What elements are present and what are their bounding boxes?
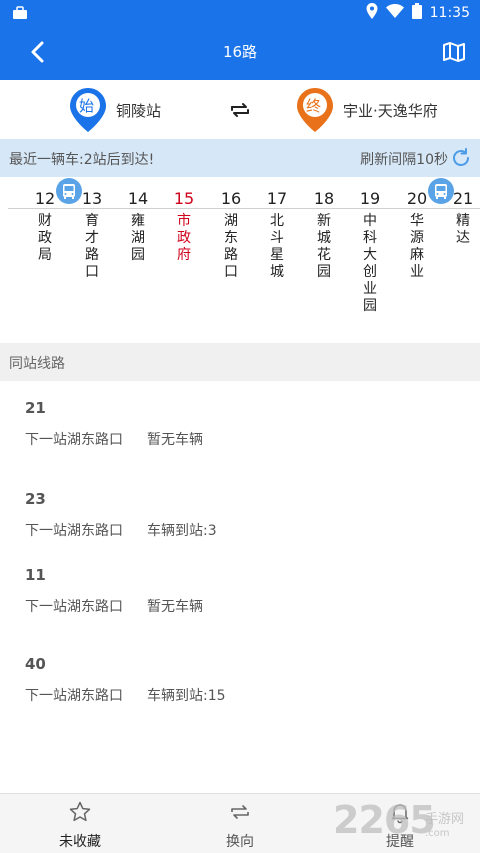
section-title: 同站线路: [9, 356, 65, 372]
swap-icon: [228, 800, 252, 824]
station-number: 20: [406, 189, 428, 208]
station-number: 21: [452, 189, 474, 208]
vehicle-status: 暂无车辆: [147, 599, 203, 615]
station-strip: 12 财政局 13 育才路口 14 雍湖园 15 市政府 16 湖东路口 17 …: [0, 177, 480, 343]
app-bar: 16路: [0, 24, 480, 80]
station-item[interactable]: 16 湖东路口: [214, 189, 248, 281]
location-icon: [366, 3, 378, 23]
watermark-text: 手游网: [425, 812, 465, 827]
station-number: 18: [313, 189, 335, 208]
vehicle-status: 暂无车辆: [147, 432, 203, 448]
star-icon: [68, 800, 92, 824]
watermark-number: 2265: [333, 798, 436, 842]
notification-bag-icon: [12, 5, 28, 24]
station-name: 育才路口: [85, 213, 99, 280]
end-station-name: 宇业·天逸华府: [343, 102, 438, 120]
favorite-label: 未收藏: [59, 834, 101, 850]
line-number: 21: [25, 399, 46, 417]
nearest-bus-message: 最近一辆车:2站后到达!: [9, 152, 155, 168]
next-stop: 下一站湖东路口: [25, 599, 123, 615]
list-item[interactable]: 23 下一站湖东路口 车辆到站:3: [0, 472, 480, 555]
station-name: 财政局: [38, 213, 52, 263]
favorite-button[interactable]: 未收藏: [0, 794, 160, 853]
vehicle-status: 车辆到站:15: [147, 688, 226, 704]
line-number: 23: [25, 490, 46, 508]
swap-direction-icon[interactable]: [228, 98, 252, 122]
refresh-interval-text: 刷新间隔10秒: [360, 152, 448, 168]
vehicle-status: 车辆到站:3: [147, 523, 217, 539]
station-name: 雍湖园: [131, 213, 145, 263]
route-header: 始 铜陵站 终 宇业·天逸华府: [0, 80, 480, 139]
line-number: 40: [25, 655, 46, 673]
station-number: 16: [220, 189, 242, 208]
watermark-url: .com: [425, 828, 450, 839]
same-station-lines-header: 同站线路: [0, 343, 480, 381]
station-name: 精达: [456, 213, 470, 246]
station-item-current[interactable]: 15 市政府: [167, 189, 201, 264]
station-item[interactable]: 21 精达: [446, 189, 480, 247]
station-number: 13: [81, 189, 103, 208]
next-stop: 下一站湖东路口: [25, 432, 123, 448]
start-badge: 始: [79, 97, 95, 115]
station-item[interactable]: 12 财政局: [28, 189, 62, 264]
station-number: 14: [127, 189, 149, 208]
next-stop: 下一站湖东路口: [25, 688, 123, 704]
station-name: 市政府: [177, 213, 191, 263]
clock-time: 11:35: [429, 5, 470, 21]
line-number: 11: [25, 566, 46, 584]
list-item[interactable]: 21 下一站湖东路口 暂无车辆: [0, 381, 480, 464]
arrival-info-bar: 最近一辆车:2站后到达! 刷新间隔10秒: [0, 139, 480, 177]
site-watermark: 2265 手游网 .com: [333, 798, 480, 848]
end-badge: 终: [306, 97, 322, 115]
map-icon[interactable]: [440, 38, 468, 66]
station-item[interactable]: 20 华源麻业: [400, 189, 434, 281]
next-stop: 下一站湖东路口: [25, 523, 123, 539]
refresh-icon[interactable]: [450, 147, 472, 169]
battery-icon: [411, 3, 422, 23]
switch-direction-button[interactable]: 换向: [160, 794, 320, 853]
page-title: 16路: [222, 43, 258, 61]
list-item[interactable]: 40 下一站湖东路口 车辆到站:15: [0, 637, 480, 720]
station-name: 湖东路口: [224, 213, 238, 280]
list-item[interactable]: 11 下一站湖东路口 暂无车辆: [0, 548, 480, 631]
station-number: 17: [266, 189, 288, 208]
station-number: 12: [34, 189, 56, 208]
station-item[interactable]: 18 新城花园: [307, 189, 341, 281]
station-name: 华源麻业: [410, 213, 424, 280]
station-item[interactable]: 17 北斗星城: [260, 189, 294, 281]
station-item[interactable]: 19 中科大创业园: [353, 189, 387, 315]
switch-label: 换向: [226, 834, 254, 850]
station-item[interactable]: 14 雍湖园: [121, 189, 155, 264]
start-station-name: 铜陵站: [116, 102, 162, 120]
wifi-icon: [385, 4, 404, 22]
station-number: 19: [359, 189, 381, 208]
station-item[interactable]: 13 育才路口: [75, 189, 109, 281]
station-name: 北斗星城: [270, 213, 284, 280]
station-name: 中科大创业园: [363, 213, 377, 314]
status-bar: 11:35: [0, 0, 480, 24]
station-number: 15: [173, 189, 195, 208]
station-name: 新城花园: [317, 213, 331, 280]
